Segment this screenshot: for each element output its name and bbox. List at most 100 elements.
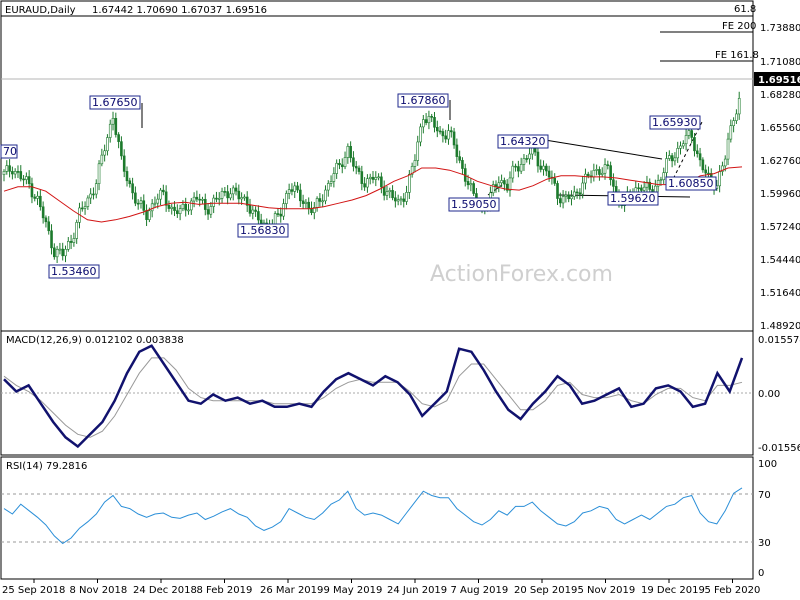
candle-body bbox=[136, 202, 140, 205]
candle-body bbox=[192, 196, 196, 202]
candle-body bbox=[134, 192, 137, 204]
candle-body bbox=[329, 181, 333, 184]
candle-body bbox=[251, 209, 255, 214]
candle-body bbox=[125, 171, 129, 182]
candle-body bbox=[382, 186, 386, 196]
candle-body bbox=[117, 134, 120, 142]
candle-body bbox=[55, 249, 59, 258]
candle-body bbox=[340, 164, 344, 168]
candle-body bbox=[391, 190, 394, 199]
annotation-1-67860: 1.67860 bbox=[397, 93, 449, 108]
candle-body bbox=[13, 171, 17, 175]
candle-body bbox=[150, 203, 154, 212]
candle-body bbox=[170, 206, 174, 209]
candle-body bbox=[321, 200, 324, 203]
svg-text:1.64320: 1.64320 bbox=[500, 135, 546, 148]
macd-title: MACD(12,26,9) 0.012102 0.003838 bbox=[6, 335, 184, 346]
candle-body bbox=[528, 153, 531, 160]
candle-body bbox=[89, 193, 92, 199]
price-tick: 1.59960 bbox=[760, 189, 800, 200]
candle-body bbox=[665, 158, 668, 173]
svg-text:1.56830: 1.56830 bbox=[240, 224, 286, 237]
candle-body bbox=[704, 169, 707, 174]
candle-body bbox=[374, 177, 378, 180]
candle-body bbox=[108, 123, 112, 138]
candle-body bbox=[419, 126, 422, 143]
candle-body bbox=[385, 191, 389, 196]
rsi-panel bbox=[0, 456, 754, 580]
candle-body bbox=[673, 157, 677, 162]
date-axis: 25 Sep 2018 8 Nov 2018 24 Dec 2018 8 Feb 20… bbox=[2, 579, 760, 596]
candle-body bbox=[332, 173, 336, 182]
candle-body bbox=[447, 130, 450, 140]
candle-body bbox=[388, 190, 392, 193]
candle-body bbox=[681, 143, 685, 147]
candle-body bbox=[416, 141, 420, 161]
candle-body bbox=[279, 213, 283, 217]
candle-body bbox=[637, 187, 640, 190]
price-tick: 1.71080 bbox=[760, 57, 800, 68]
macd-tick: 0.015574 bbox=[758, 335, 800, 346]
date-label: 8 Nov 2018 bbox=[70, 585, 128, 596]
candle-body bbox=[276, 213, 280, 215]
candle-body bbox=[539, 165, 543, 170]
candle-body bbox=[156, 198, 160, 204]
candle-body bbox=[83, 206, 87, 209]
candle-body bbox=[301, 200, 305, 204]
candle-body bbox=[257, 211, 260, 221]
candle-body bbox=[33, 196, 37, 199]
candle-body bbox=[519, 164, 523, 172]
svg-text:1.67650: 1.67650 bbox=[92, 96, 138, 109]
candle-body bbox=[679, 145, 682, 149]
candle-body bbox=[176, 210, 179, 214]
candle-body bbox=[461, 160, 464, 169]
candle-body bbox=[346, 146, 350, 158]
candle-body bbox=[148, 210, 151, 220]
candle-body bbox=[366, 178, 369, 188]
price-panel bbox=[0, 0, 754, 332]
candle-body bbox=[396, 199, 400, 202]
candle-body bbox=[503, 180, 506, 185]
candle-body bbox=[103, 150, 106, 156]
candle-body bbox=[352, 157, 355, 167]
candle-body bbox=[58, 248, 62, 251]
candle-body bbox=[718, 171, 721, 187]
candle-body bbox=[517, 166, 520, 172]
candle-body bbox=[542, 165, 545, 170]
date-label: 7 Aug 2019 bbox=[451, 585, 509, 596]
candle-body bbox=[427, 116, 431, 124]
candle-body bbox=[659, 179, 663, 181]
candle-body bbox=[30, 183, 34, 198]
candle-body bbox=[307, 201, 311, 209]
candle-body bbox=[547, 170, 551, 178]
annotation-70: 70 bbox=[0, 144, 18, 159]
price-tick: 1.57240 bbox=[760, 222, 800, 233]
candle-body bbox=[139, 200, 143, 204]
candle-body bbox=[229, 193, 232, 199]
candle-body bbox=[53, 247, 56, 258]
candle-body bbox=[92, 193, 95, 196]
candle-body bbox=[248, 205, 252, 214]
candle-body bbox=[167, 204, 171, 209]
price-tick: 1.68280 bbox=[760, 90, 800, 101]
candle-body bbox=[243, 196, 246, 199]
date-label: 5 Nov 2019 bbox=[578, 585, 636, 596]
candle-body bbox=[66, 241, 70, 250]
candle-body bbox=[50, 230, 53, 249]
candle-body bbox=[39, 195, 42, 208]
candle-body bbox=[433, 117, 436, 128]
candle-body bbox=[16, 171, 20, 173]
candle-body bbox=[438, 130, 442, 133]
svg-text:1.65930: 1.65930 bbox=[652, 116, 698, 129]
candle-body bbox=[240, 197, 243, 200]
euraud-chart: EURAUD,Daily 1.67442 1.70690 1.67037 1.6… bbox=[0, 0, 800, 596]
candle-body bbox=[159, 189, 162, 200]
candle-body bbox=[452, 131, 456, 146]
macd-axis: 0.015574 0.00 -0.01556 bbox=[758, 335, 800, 454]
candle-body bbox=[695, 150, 699, 154]
rsi-tick: 70 bbox=[758, 490, 771, 501]
date-label: 24 Dec 2018 bbox=[133, 585, 197, 596]
date-label: 24 Jun 2019 bbox=[387, 585, 447, 596]
candle-body bbox=[561, 196, 565, 204]
candle-body bbox=[726, 138, 730, 160]
